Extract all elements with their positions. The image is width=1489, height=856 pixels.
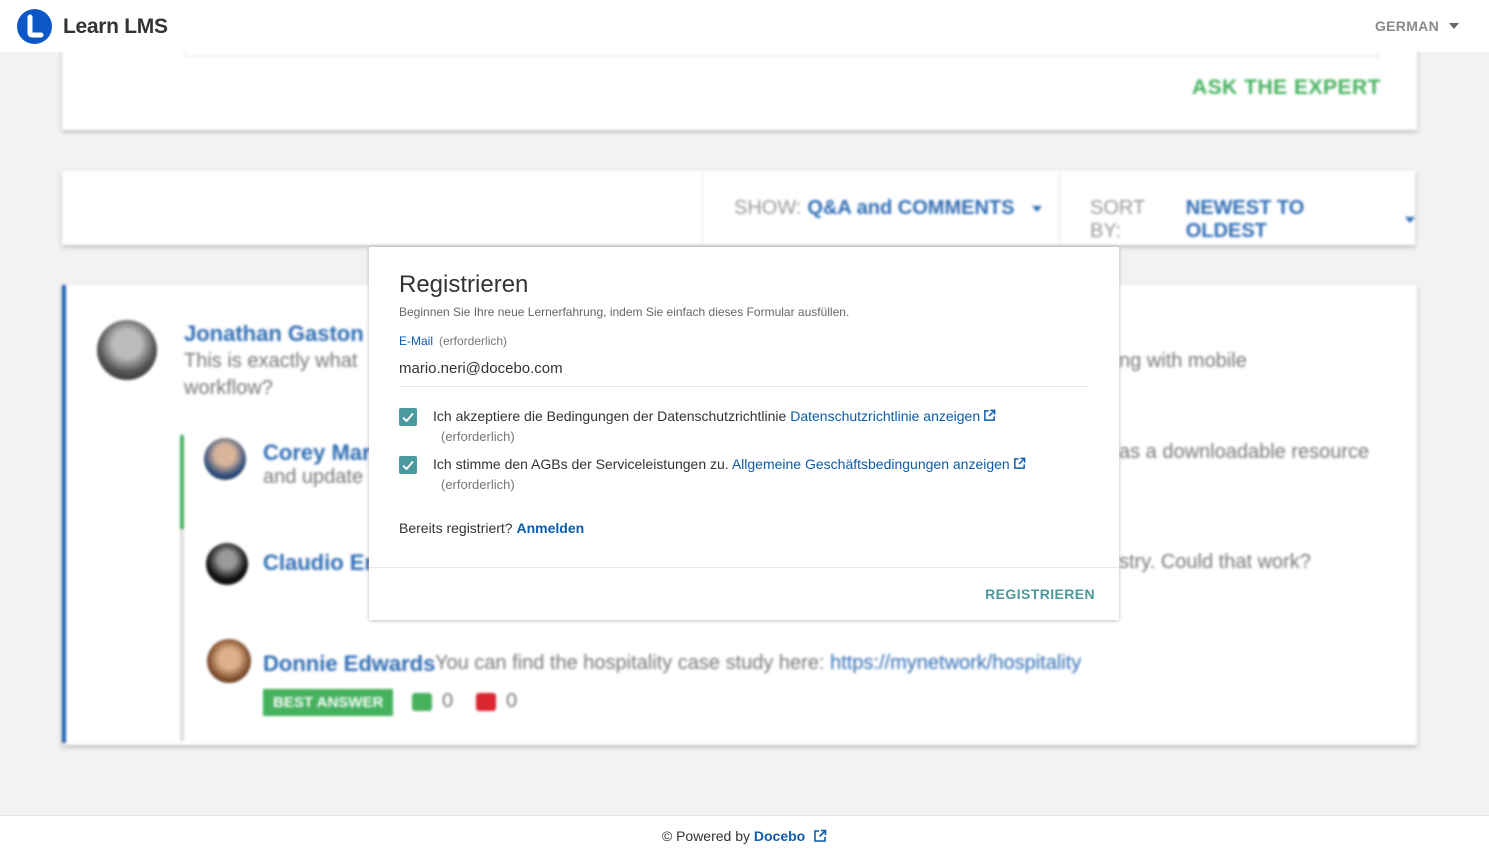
avatar bbox=[206, 543, 248, 585]
terms-consent: Ich stimme den AGBs der Serviceleistunge… bbox=[433, 456, 1026, 472]
language-selector[interactable]: GERMAN bbox=[1375, 18, 1459, 34]
show-label: SHOW: bbox=[734, 197, 802, 219]
post-text: ng with mobile bbox=[1119, 350, 1247, 372]
post-text: as a downloadable resource bbox=[1119, 441, 1370, 463]
privacy-link-text: Datenschutzrichtlinie anzeigen bbox=[790, 408, 981, 424]
chevron-down-icon bbox=[1449, 23, 1459, 29]
divider bbox=[702, 171, 703, 245]
terms-text: Ich stimme den AGBs der Serviceleistunge… bbox=[433, 456, 729, 472]
post-text: You can find the hospitality case study … bbox=[435, 652, 1081, 675]
show-value: Q&A and COMMENTS bbox=[807, 197, 1015, 219]
email-field[interactable]: mario.neri@docebo.com bbox=[399, 360, 563, 377]
required-hint: (erforderlich) bbox=[441, 477, 515, 492]
external-link-icon bbox=[814, 829, 827, 842]
thumbs-down-icon bbox=[476, 692, 496, 711]
top-bar: Learn LMS GERMAN bbox=[0, 0, 1489, 52]
chevron-down-icon bbox=[1405, 217, 1415, 223]
post-author: Claudio Er bbox=[263, 550, 374, 575]
post-text: and update bbox=[263, 466, 364, 488]
docebo-link-text: Docebo bbox=[753, 828, 806, 844]
email-label-text: E-Mail bbox=[399, 334, 434, 348]
checkmark-icon bbox=[402, 460, 414, 471]
already-registered: Bereits registriert? Anmelden bbox=[399, 520, 584, 536]
sort-filter: SORT BY: NEWEST TO OLDEST bbox=[1090, 197, 1415, 243]
email-label: E-Mail (erforderlich) bbox=[399, 334, 507, 348]
required-hint: (erforderlich) bbox=[441, 429, 515, 444]
register-button[interactable]: REGISTRIEREN bbox=[985, 586, 1095, 602]
footer: © Powered by Docebo bbox=[0, 815, 1489, 856]
learn-lms-logo-icon[interactable] bbox=[17, 9, 52, 44]
avatar bbox=[207, 639, 251, 683]
best-reply-bar bbox=[180, 435, 184, 529]
language-label: GERMAN bbox=[1374, 18, 1439, 34]
powered-by-text: © Powered by bbox=[661, 828, 750, 844]
terms-checkbox[interactable] bbox=[399, 456, 417, 474]
downvote-count: 0 bbox=[506, 690, 518, 712]
upvote-count: 0 bbox=[442, 690, 454, 712]
filter-bar: SHOW: Q&A and COMMENTS SORT BY: NEWEST T… bbox=[62, 171, 1415, 245]
thumbs-up-icon bbox=[412, 692, 432, 711]
post-text: stry. Could that work? bbox=[1119, 551, 1311, 573]
privacy-checkbox[interactable] bbox=[399, 408, 417, 426]
post-link: https://mynetwork/hospitality bbox=[830, 652, 1082, 674]
post-text-body: You can find the hospitality case study … bbox=[435, 652, 825, 674]
privacy-consent: Ich akzeptiere die Bedingungen der Daten… bbox=[433, 408, 996, 424]
sort-label: SORT BY: bbox=[1090, 197, 1145, 242]
external-link-icon bbox=[1013, 457, 1026, 469]
dialog-footer-divider bbox=[369, 567, 1119, 568]
dialog-title: Registrieren bbox=[399, 271, 529, 298]
post-author: Jonathan Gaston bbox=[184, 321, 364, 346]
avatar bbox=[204, 438, 246, 480]
privacy-policy-link[interactable]: Datenschutzrichtlinie anzeigen bbox=[790, 408, 996, 424]
post-author: Corey Mar bbox=[263, 440, 371, 465]
downvote: 0 bbox=[476, 690, 517, 713]
login-link[interactable]: Anmelden bbox=[516, 520, 584, 536]
post-author: Donnie Edwards bbox=[263, 651, 436, 676]
sort-value: NEWEST TO OLDEST bbox=[1185, 197, 1305, 242]
divider bbox=[1059, 171, 1060, 245]
already-text: Bereits registriert? bbox=[399, 520, 513, 536]
register-dialog: Registrieren Beginnen Sie Ihre neue Lern… bbox=[369, 247, 1119, 620]
post-text: This is exactly what bbox=[184, 350, 358, 372]
ask-expert-button: ASK THE EXPERT bbox=[1191, 76, 1381, 99]
chevron-down-icon bbox=[1032, 205, 1043, 212]
thread-accent-bar bbox=[62, 285, 66, 743]
terms-link-text: Allgemeine Geschäftsbedingungen anzeigen bbox=[731, 456, 1010, 472]
email-field-underline bbox=[399, 386, 1088, 387]
required-hint: (erforderlich) bbox=[439, 334, 508, 348]
post-text: workflow? bbox=[184, 377, 273, 399]
dialog-subtitle: Beginnen Sie Ihre neue Lernerfahrung, in… bbox=[399, 305, 850, 319]
checkmark-icon bbox=[402, 412, 414, 423]
upvote: 0 bbox=[412, 690, 453, 713]
avatar bbox=[97, 320, 157, 380]
external-link-icon bbox=[984, 409, 996, 421]
terms-link[interactable]: Allgemeine Geschäftsbedingungen anzeigen bbox=[732, 456, 1026, 472]
best-answer-badge: BEST ANSWER bbox=[263, 689, 394, 716]
brand-name: Learn LMS bbox=[63, 15, 168, 38]
docebo-link[interactable]: Docebo bbox=[754, 828, 827, 844]
privacy-text: Ich akzeptiere die Bedingungen der Daten… bbox=[433, 408, 787, 424]
show-filter: SHOW: Q&A and COMMENTS bbox=[734, 197, 1043, 220]
powered-by: © Powered by Docebo bbox=[0, 828, 1489, 844]
